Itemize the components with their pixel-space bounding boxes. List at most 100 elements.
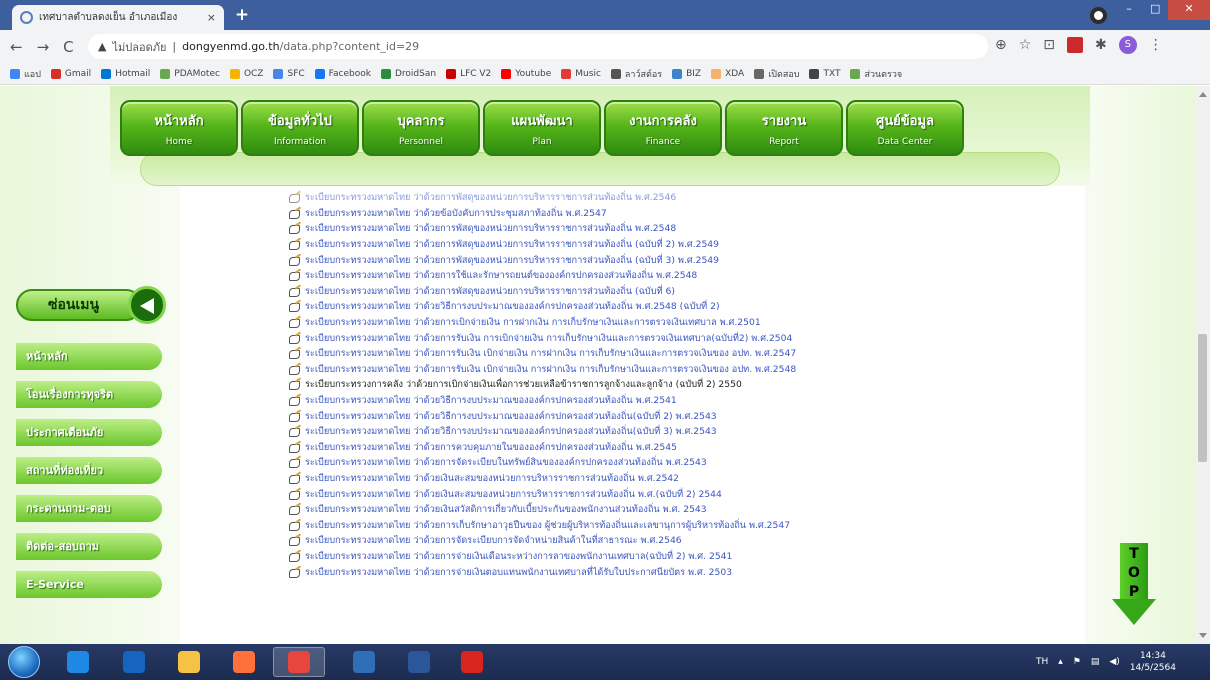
nav-button-home[interactable]: หน้าหลัก Home <box>120 100 238 156</box>
regulation-link[interactable]: ระเบียบกระทรวงมหาดไทย ว่าด้วยการเบิกจ่าย… <box>288 315 1068 331</box>
taskbar-app-ie[interactable] <box>52 647 104 677</box>
tab-close-icon[interactable]: × <box>207 11 216 24</box>
bookmark-item[interactable]: PDAMotec <box>160 68 220 79</box>
taskbar-app-photoshop[interactable] <box>338 647 390 677</box>
bookmark-item[interactable]: Facebook <box>314 68 371 79</box>
regulation-link[interactable]: ระเบียบกระทรวงมหาดไทย ว่าด้วยวิธีการงบปร… <box>288 299 1068 315</box>
nav-button-information[interactable]: ข้อมูลทั่วไป Information <box>241 100 359 156</box>
side-menu-item[interactable]: ประกาศเตือนภัย <box>16 419 162 446</box>
flag-icon[interactable]: ⚑ <box>1073 657 1081 667</box>
browser-tab-strip: เทศบาลตำบลดงเย็น อำเภอเมือง × + – □ ✕ <box>0 0 1210 30</box>
taskbar-app-chrome[interactable] <box>273 647 325 677</box>
regulation-link[interactable]: ระเบียบกระทรวงมหาดไทย ว่าด้วยวิธีการงบปร… <box>288 424 1068 440</box>
regulation-link[interactable]: ระเบียบกระทรวงมหาดไทย ว่าด้วยการใช้และรั… <box>288 268 1068 284</box>
bookmark-item[interactable]: SFC <box>273 68 305 79</box>
bookmark-item[interactable]: BIZ <box>672 68 701 79</box>
regulation-link[interactable]: ระเบียบกระทรวงมหาดไทย ว่าด้วยการจ่ายเงิน… <box>288 549 1068 565</box>
bookmark-item[interactable]: DroidSan <box>380 68 436 79</box>
bookmark-item[interactable]: ส่วนตรวจ <box>850 67 902 81</box>
forward-icon[interactable]: → <box>37 38 50 56</box>
scrollbar-thumb[interactable] <box>1198 334 1207 462</box>
regulation-link[interactable]: ระเบียบกระทรวงมหาดไทย ว่าด้วยเงินสวัสดิก… <box>288 502 1068 518</box>
page-scrollbar[interactable] <box>1195 86 1210 644</box>
taskbar-app-word[interactable] <box>393 647 445 677</box>
back-icon[interactable]: ← <box>10 38 23 56</box>
input-language[interactable]: TH <box>1036 657 1048 667</box>
close-window-button[interactable]: ✕ <box>1168 0 1210 20</box>
bookmark-item[interactable]: แอป <box>10 67 41 81</box>
address-bar[interactable]: ▲ ไม่ปลอดภัย | dongyenmd.go.th/data.php?… <box>88 34 988 59</box>
maximize-button[interactable]: □ <box>1142 0 1168 20</box>
bookmark-item[interactable]: Youtube <box>501 68 551 79</box>
start-button[interactable] <box>8 646 40 678</box>
back-to-top-button[interactable]: T O P <box>1112 543 1158 625</box>
volume-icon[interactable]: ◀) <box>1109 657 1119 667</box>
regulation-link[interactable]: ระเบียบกระทรวงมหาดไทย ว่าด้วยการพัสดุของ… <box>288 190 1068 206</box>
nav-button-data-center[interactable]: ศูนย์ข้อมูล Data Center <box>846 100 964 156</box>
regulation-link[interactable]: ระเบียบกระทรวงมหาดไทย ว่าด้วยวิธีการงบปร… <box>288 408 1068 424</box>
scroll-down-icon[interactable] <box>1199 633 1207 638</box>
regulation-link[interactable]: ระเบียบกระทรวงมหาดไทย ว่าด้วยการรับเงิน … <box>288 330 1068 346</box>
network-icon[interactable]: ▤ <box>1091 657 1100 667</box>
bookmark-star-icon[interactable]: ☆ <box>1019 37 1032 53</box>
side-menu-item[interactable]: หน้าหลัก <box>16 343 162 370</box>
regulation-link[interactable]: ระเบียบกระทรวงมหาดไทย ว่าด้วยการรับเงิน … <box>288 362 1068 378</box>
new-tab-button[interactable]: + <box>232 7 252 25</box>
regulation-link[interactable]: ระเบียบกระทรวงมหาดไทย ว่าด้วยการพัสดุของ… <box>288 221 1068 237</box>
bookmark-item[interactable]: TXT <box>809 68 840 79</box>
regulation-link[interactable]: ระเบียบกระทรวงมหาดไทย ว่าด้วยเงินสะสมของ… <box>288 471 1068 487</box>
extensions-icon[interactable]: ✱ <box>1095 37 1107 53</box>
tray-arrow-icon[interactable]: ▴ <box>1058 657 1063 667</box>
side-menu-item[interactable]: กระดานถาม-ตอบ <box>16 495 162 522</box>
clock[interactable]: 14:34 14/5/2564 <box>1130 650 1176 674</box>
regulation-link[interactable]: ระเบียบกระทรวงมหาดไทย ว่าด้วยการจ่ายเงิน… <box>288 564 1068 580</box>
nav-label-thai: ข้อมูลทั่วไป <box>268 113 332 129</box>
nav-button-plan[interactable]: แผนพัฒนา Plan <box>483 100 601 156</box>
side-menu-item[interactable]: ติดต่อ-สอบถาม <box>16 533 162 560</box>
nav-button-personnel[interactable]: บุคลากร Personnel <box>362 100 480 156</box>
nav-button-finance[interactable]: งานการคลัง Finance <box>604 100 722 156</box>
taskbar-app-explorer[interactable] <box>163 647 215 677</box>
nav-button-report[interactable]: รายงาน Report <box>725 100 843 156</box>
bookmark-item[interactable]: Gmail <box>50 68 91 79</box>
regulation-link[interactable]: ระเบียบกระทรวงมหาดไทย ว่าด้วยวิธีการงบปร… <box>288 393 1068 409</box>
browser-tab[interactable]: เทศบาลตำบลดงเย็น อำเภอเมือง × <box>12 5 224 30</box>
cast-icon[interactable]: ⊡ <box>1043 37 1055 53</box>
regulation-link[interactable]: ระเบียบกระทรวงมหาดไทย ว่าด้วยการพัสดุของ… <box>288 284 1068 300</box>
side-menu-item[interactable]: สถานที่ท่องเที่ยว <box>16 457 162 484</box>
taskbar-app-app2[interactable] <box>108 647 160 677</box>
not-secure-icon[interactable]: ▲ <box>98 40 106 53</box>
taskbar-app-firefox[interactable] <box>218 647 270 677</box>
bookmark-item[interactable]: LFC V2 <box>446 68 491 79</box>
regulation-link[interactable]: ระเบียบกระทรวงมหาดไทย ว่าด้วยการพัสดุของ… <box>288 237 1068 253</box>
side-menu-item[interactable]: E-Service <box>16 571 162 598</box>
hide-menu-label[interactable]: ซ่อนเมนู <box>16 289 142 321</box>
account-avatar[interactable]: S <box>1118 36 1137 54</box>
scroll-up-icon[interactable] <box>1199 92 1207 97</box>
regulation-link[interactable]: ระเบียบกระทรวงมหาดไทย ว่าด้วยข้อบังคับกา… <box>288 206 1068 222</box>
zoom-icon[interactable]: ⊕ <box>995 37 1007 53</box>
reload-icon[interactable]: C <box>63 38 73 56</box>
profile-indicator-icon[interactable] <box>1090 7 1107 24</box>
pdf-extension-icon[interactable] <box>1067 37 1084 53</box>
regulation-link[interactable]: ระเบียบกระทรวงมหาดไทย ว่าด้วยการเก็บรักษ… <box>288 517 1068 533</box>
bookmark-item[interactable]: Music <box>561 68 601 79</box>
regulation-link[interactable]: ระเบียบกระทรวงมหาดไทย ว่าด้วยเงินสะสมของ… <box>288 486 1068 502</box>
regulation-link[interactable]: ระเบียบกระทรวงมหาดไทย ว่าด้วยการจัดระเบี… <box>288 533 1068 549</box>
regulation-link[interactable]: ระเบียบกระทรวงมหาดไทย ว่าด้วยการควบคุมภา… <box>288 440 1068 456</box>
bookmark-item[interactable]: ลาว์สต์อร <box>610 67 662 81</box>
regulation-link[interactable]: ระเบียบกระทรวงมหาดไทย ว่าด้วยการรับเงิน … <box>288 346 1068 362</box>
arrow-left-icon[interactable] <box>128 286 166 324</box>
bookmark-item[interactable]: Hotmail <box>101 68 150 79</box>
regulation-link[interactable]: ระเบียบกระทรวงการคลัง ว่าด้วยการเบิกจ่าย… <box>288 377 1068 393</box>
bookmark-item[interactable]: OCZ <box>229 68 263 79</box>
hide-menu-toggle[interactable]: ซ่อนเมนู <box>16 286 166 324</box>
minimize-button[interactable]: – <box>1116 0 1142 20</box>
regulation-link[interactable]: ระเบียบกระทรวงมหาดไทย ว่าด้วยการจัดระเบี… <box>288 455 1068 471</box>
bookmark-item[interactable]: XDA <box>711 68 744 79</box>
regulation-link[interactable]: ระเบียบกระทรวงมหาดไทย ว่าด้วยการพัสดุของ… <box>288 252 1068 268</box>
taskbar-app-acrobat[interactable] <box>446 647 498 677</box>
bookmark-item[interactable]: เปิดสอบ <box>754 67 799 81</box>
browser-menu-icon[interactable]: ⋮ <box>1149 37 1163 53</box>
side-menu-item[interactable]: โอนเรื่องการทุจริต <box>16 381 162 408</box>
